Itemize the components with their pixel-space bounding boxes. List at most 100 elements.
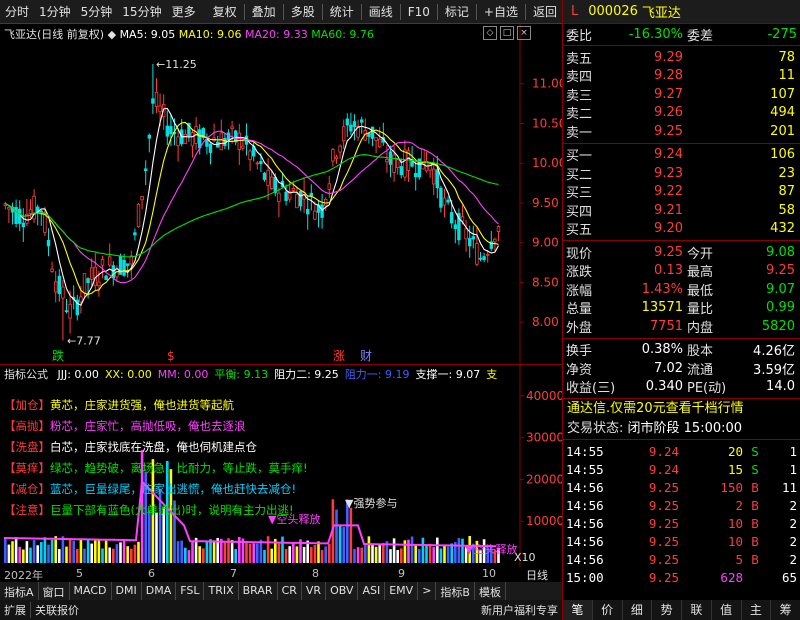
volume-bar (360, 547, 363, 563)
event-marker[interactable]: 跌 (52, 348, 64, 363)
indicator-tab[interactable]: DMA (142, 582, 177, 600)
high-label: ←11.25 (156, 58, 197, 71)
toolbar-button[interactable]: 标记 (440, 3, 474, 20)
bid-row[interactable]: 买二 9.23 23 (563, 164, 800, 183)
ask-row[interactable]: 卖三 9.27 107 (563, 85, 800, 104)
ma10-line (5, 121, 499, 296)
quote-tab[interactable]: 势 (652, 600, 682, 620)
related-quotes-button[interactable]: 关联报价 (31, 602, 83, 618)
volume-bar (119, 542, 122, 563)
ask-label: 卖一 (566, 125, 593, 141)
quote-tab[interactable]: 筹 (771, 600, 800, 620)
promo-link[interactable]: 新用户福利专享 (477, 602, 562, 618)
event-marker[interactable]: 涨 (333, 348, 345, 363)
toolbar-button[interactable]: 复权 (208, 3, 242, 20)
toolbar-button[interactable]: F10 (403, 5, 435, 19)
candlestick (435, 155, 439, 199)
indicator-tab[interactable]: ASI (358, 582, 386, 600)
indicator-tab[interactable]: DMI (112, 582, 142, 600)
period-label[interactable]: 日线 (526, 567, 548, 583)
toolbar-button[interactable]: 叠加 (247, 3, 281, 20)
toolbar-button[interactable]: 画线 (364, 3, 398, 20)
indicator-tab[interactable]: 模板 (475, 582, 506, 600)
toolbar-button[interactable]: 更多 (167, 3, 201, 20)
toolbar-button[interactable]: +自选 (479, 3, 523, 20)
stat-label: 最高 (687, 265, 714, 281)
volume-bar (43, 537, 47, 563)
toolbar-button[interactable]: 15分钟 (117, 3, 166, 20)
price-tick: 10.00 (532, 156, 562, 170)
candlestick (32, 189, 36, 223)
settings-icon[interactable]: ◆ (108, 28, 116, 41)
indicator-tab[interactable]: OBV (326, 582, 359, 600)
indicator-name[interactable]: 指标公式 (4, 368, 48, 381)
kline-chart[interactable]: 11.00 10.50 10.00 9.50 9.00 8.50 8.00 ←11.25 ←7.… (0, 24, 566, 364)
indicator-tab[interactable]: VR (302, 582, 327, 600)
tick-list[interactable]: 14:55 9.24 20 S 1 14:55 9.24 15 S 1 14:56 9.25 150 B 1… (563, 440, 800, 586)
weibi-row: 委比 -16.30% 委差 -275 (563, 24, 800, 45)
prev-icon[interactable]: ◇ (483, 26, 497, 40)
note-body: 巨量下部有蓝色(大单流出)时，说明有主力出逃! (50, 503, 294, 517)
toolbar-button[interactable]: 1分钟 (34, 3, 76, 20)
candlestick (475, 227, 479, 267)
ad-banner[interactable]: 通达信.仅需20元查看千档行情 (563, 399, 800, 419)
bid-row[interactable]: 买四 9.21 58 (563, 201, 800, 220)
toolbar-button[interactable]: 返回 (528, 3, 562, 20)
bid-row[interactable]: 买一 9.24 106 (563, 146, 800, 164)
ask-row[interactable]: 卖五 9.29 78 (563, 48, 800, 67)
indicator-value: 平衡: 9.13 (214, 368, 269, 381)
indicator-tab[interactable]: MACD (70, 582, 112, 600)
volume-bar (176, 541, 180, 563)
volume-bar (137, 541, 140, 563)
toolbar-button[interactable]: 多股 (286, 3, 320, 20)
bid-row[interactable]: 买三 9.22 87 (563, 183, 800, 201)
fund-value: 3.59亿 (753, 362, 795, 378)
candlestick (147, 133, 151, 153)
ask-row[interactable]: 卖一 9.25 201 (563, 122, 800, 141)
indicator-tab[interactable]: CR (278, 582, 302, 600)
event-marker[interactable]: 财 (360, 349, 372, 363)
bid-label: 买四 (566, 204, 593, 220)
quote-tabs[interactable]: 笔价细势联值主筹 (563, 600, 800, 620)
maximize-icon[interactable]: □ (500, 26, 514, 40)
note-body: 白芯，庄家找底在洗盘，俺也伺机建点仓 (50, 440, 257, 454)
quote-tab[interactable]: 值 (712, 600, 742, 620)
candlestick (36, 204, 40, 226)
stat-value: 13571 (641, 300, 683, 316)
indicator-tab[interactable]: EMV (385, 582, 419, 600)
indicator-tab[interactable]: > (418, 582, 437, 600)
price-chart-panel[interactable]: 11.00 10.50 10.00 9.50 9.00 8.50 8.00 ←11.25 ←7.… (0, 24, 566, 364)
toolbar-button[interactable]: 5分钟 (76, 3, 118, 20)
ask-row[interactable]: 卖二 9.26 494 (563, 104, 800, 122)
expand-button[interactable]: 扩展 (0, 602, 31, 618)
event-marker[interactable]: $ (167, 349, 175, 363)
indicator-tab[interactable]: BRAR (239, 582, 278, 600)
ask-volume: 11 (778, 68, 795, 84)
indicator-tab[interactable]: TRIX (204, 582, 239, 600)
tick-time: 14:56 (566, 515, 604, 531)
chart-window-buttons[interactable]: ◇ □ × (483, 26, 531, 40)
indicator-tab[interactable]: 指标A (0, 582, 39, 600)
indicator-tab[interactable]: 指标B (436, 582, 475, 600)
close-icon[interactable]: × (517, 26, 531, 40)
indicator-tab[interactable]: 窗口 (39, 582, 70, 600)
indicator-panel[interactable]: 40000 30000 20000 10000 X10 ▼空头释放 ▼强势参与 ▼空头释放 指… (0, 364, 564, 567)
candlestick (61, 279, 65, 341)
strategy-note: 【减仓】蓝芯，巨量绿尾，庄家出逃慌，俺也赶快去减仓! (4, 479, 308, 500)
quote-tab[interactable]: 主 (742, 600, 772, 620)
quote-tab[interactable]: 笔 (563, 600, 593, 620)
ask-row[interactable]: 卖四 9.28 11 (563, 67, 800, 85)
volume-bar (40, 542, 43, 563)
tick-count: 2 (789, 515, 797, 531)
toolbar-button[interactable]: 统计 (325, 3, 359, 20)
toolbar-button[interactable]: 分时 (0, 3, 34, 20)
bid-row[interactable]: 买五 9.20 432 (563, 220, 800, 238)
indicator-tabs[interactable]: 指标A 窗口 MACD DMI DMA FSL TRIX BRAR CR VR OBV ASI EMV >… (0, 582, 562, 600)
candlestick (190, 128, 195, 158)
quote-tab[interactable]: 价 (593, 600, 623, 620)
quote-tab[interactable]: 联 (682, 600, 712, 620)
indicator-tab[interactable]: FSL (176, 582, 205, 600)
quote-tab[interactable]: 细 (623, 600, 653, 620)
tick-flag: B (751, 497, 759, 513)
ma5-value: MA5: 9.05 (119, 28, 176, 41)
